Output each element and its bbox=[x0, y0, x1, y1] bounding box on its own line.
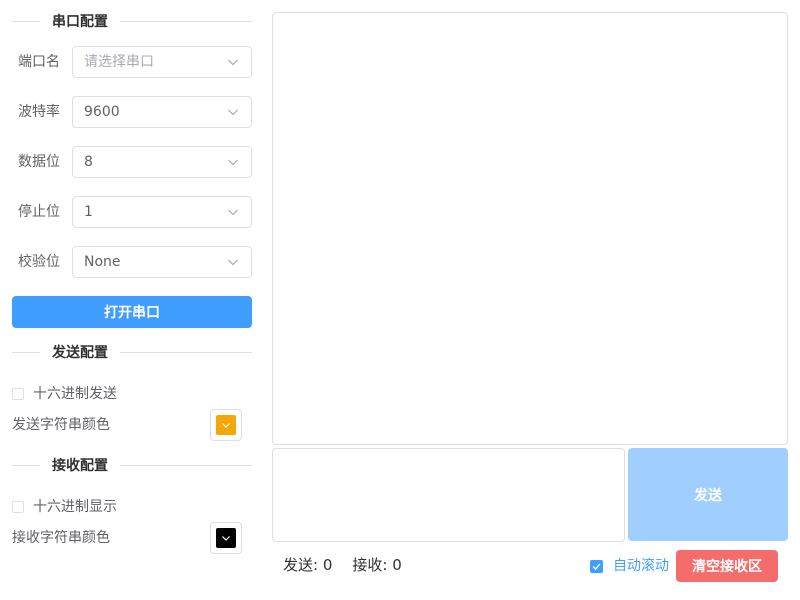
chevron-down-icon bbox=[227, 256, 239, 268]
send-color-picker[interactable] bbox=[210, 409, 242, 441]
chevron-down-icon bbox=[227, 106, 239, 118]
chevron-down-icon bbox=[227, 206, 239, 218]
hex-send-label: 十六进制发送 bbox=[33, 386, 117, 402]
parity-value: None bbox=[84, 254, 121, 270]
traffic-stats: 发送: 0 接收: 0 bbox=[283, 552, 422, 576]
auto-scroll-checkbox[interactable] bbox=[590, 559, 603, 573]
send-textarea[interactable] bbox=[272, 448, 625, 542]
hex-send-option[interactable]: 十六进制发送 bbox=[12, 385, 117, 403]
baud-rate-value: 9600 bbox=[84, 104, 120, 120]
hex-send-checkbox[interactable] bbox=[12, 388, 24, 400]
send-config-divider: 发送配置 bbox=[12, 343, 252, 363]
send-color-row: 发送字符串颜色 bbox=[12, 409, 242, 441]
stop-bits-row: 停止位 1 bbox=[12, 196, 252, 228]
send-color-label: 发送字符串颜色 bbox=[12, 417, 110, 433]
data-bits-row: 数据位 8 bbox=[12, 146, 252, 178]
send-button[interactable]: 发送 bbox=[628, 448, 788, 541]
port-label: 端口名 bbox=[18, 54, 60, 70]
serial-config-divider: 串口配置 bbox=[12, 12, 252, 32]
receive-color-swatch bbox=[216, 528, 236, 548]
receive-textarea[interactable] bbox=[272, 12, 788, 445]
clear-receive-button[interactable]: 清空接收区 bbox=[676, 550, 778, 582]
chevron-down-icon bbox=[227, 56, 239, 68]
data-bits-select[interactable]: 8 bbox=[72, 146, 252, 178]
receive-color-row: 接收字符串颜色 bbox=[12, 522, 242, 554]
data-bits-label: 数据位 bbox=[18, 154, 60, 170]
receive-color-picker[interactable] bbox=[210, 522, 242, 554]
hex-display-option[interactable]: 十六进制显示 bbox=[12, 498, 117, 516]
receive-config-title: 接收配置 bbox=[40, 456, 120, 476]
sidebar: 串口配置 端口名 请选择串口 波特率 9600 数据位 8 停止位 1 校验位 … bbox=[0, 0, 264, 600]
auto-scroll-label: 自动滚动 bbox=[613, 558, 669, 574]
serial-assistant-window: 串口配置 端口名 请选择串口 波特率 9600 数据位 8 停止位 1 校验位 … bbox=[0, 0, 800, 600]
data-bits-value: 8 bbox=[84, 154, 93, 170]
serial-config-title: 串口配置 bbox=[40, 12, 120, 32]
parity-row: 校验位 None bbox=[12, 246, 252, 278]
open-port-button[interactable]: 打开串口 bbox=[12, 296, 252, 328]
port-select[interactable]: 请选择串口 bbox=[72, 46, 252, 78]
baud-rate-select[interactable]: 9600 bbox=[72, 96, 252, 128]
parity-label: 校验位 bbox=[18, 254, 60, 270]
stop-bits-label: 停止位 bbox=[18, 204, 60, 220]
port-row: 端口名 请选择串口 bbox=[12, 46, 252, 78]
hex-display-checkbox[interactable] bbox=[12, 501, 24, 513]
stop-bits-value: 1 bbox=[84, 204, 93, 220]
receive-count: 接收: 0 bbox=[352, 555, 402, 574]
port-select-placeholder: 请选择串口 bbox=[84, 54, 154, 70]
send-config-title: 发送配置 bbox=[40, 343, 120, 363]
chevron-down-icon bbox=[222, 423, 230, 428]
parity-select[interactable]: None bbox=[72, 246, 252, 278]
baud-rate-row: 波特率 9600 bbox=[12, 96, 252, 128]
check-icon bbox=[592, 563, 601, 570]
send-color-swatch bbox=[216, 415, 236, 435]
receive-config-divider: 接收配置 bbox=[12, 456, 252, 476]
hex-display-label: 十六进制显示 bbox=[33, 499, 117, 515]
chevron-down-icon bbox=[227, 156, 239, 168]
auto-scroll-option[interactable]: 自动滚动 bbox=[590, 557, 669, 575]
stop-bits-select[interactable]: 1 bbox=[72, 196, 252, 228]
chevron-down-icon bbox=[222, 536, 230, 541]
send-count: 发送: 0 bbox=[283, 555, 333, 574]
baud-rate-label: 波特率 bbox=[18, 104, 60, 120]
receive-color-label: 接收字符串颜色 bbox=[12, 530, 110, 546]
